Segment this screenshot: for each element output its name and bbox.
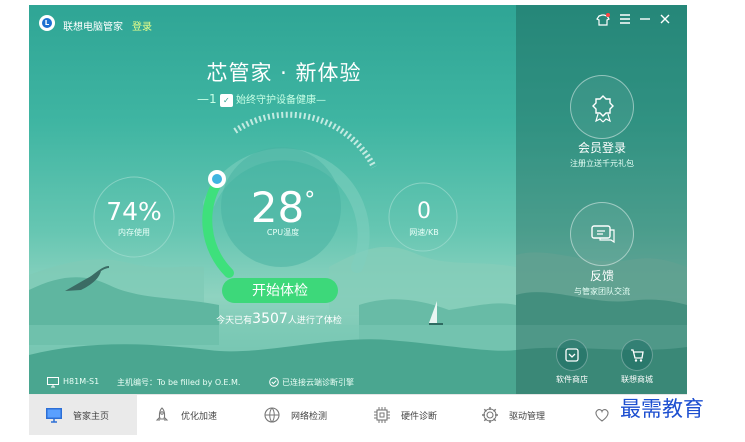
bottom-nav: 管家主页 优化加速 网络检测 硬件诊断 驱动管理	[29, 394, 687, 435]
subline-prefix: —1	[197, 92, 217, 106]
watermark-text: 最需教育	[620, 397, 704, 421]
nav-home-label: 管家主页	[73, 412, 110, 422]
heart-icon	[595, 409, 609, 422]
store-icon	[565, 348, 579, 362]
start-checkup-button[interactable]: 开始体检	[222, 278, 338, 303]
machine-serial: 主机编号：To be filled by O.E.M.	[117, 378, 241, 387]
memory-label: 内存使用	[118, 228, 150, 237]
minimize-icon	[640, 18, 650, 20]
cart-icon	[631, 349, 644, 362]
cloud-connected-status: 已连接云端诊断引擎	[282, 378, 354, 387]
software-store-button[interactable]	[556, 339, 588, 371]
gear-icon	[482, 407, 498, 423]
rocket-icon	[155, 407, 169, 421]
app-title: 联想电脑管家	[63, 22, 123, 33]
nav-driver-label: 驱动管理	[509, 412, 546, 422]
subline-text: 始终守护设备健康—	[236, 95, 327, 106]
nav-home[interactable]: 管家主页	[29, 395, 137, 435]
chat-icon	[591, 225, 615, 244]
app-logo: L	[39, 15, 55, 31]
chip-icon	[374, 407, 390, 423]
check-circle-icon	[269, 377, 279, 387]
network-icon	[264, 407, 280, 423]
feedback-title[interactable]: 反馈	[542, 267, 662, 284]
shield-icon: ✓	[219, 93, 233, 107]
nav-driver[interactable]: 驱动管理	[461, 395, 569, 435]
menu-icon	[620, 14, 630, 24]
machine-model: H81M-S1	[63, 377, 100, 386]
network-label: 网速/KB	[409, 228, 439, 237]
headline: 芯管家 · 新体验	[206, 61, 362, 85]
count-suffix: 人进行了体检	[287, 316, 342, 326]
member-login-button[interactable]	[570, 75, 634, 139]
feedback-subtitle: 与管家团队交流	[574, 287, 630, 296]
checkup-count: 今天已有3507人进行了体检	[179, 311, 379, 327]
network-value: 0	[417, 199, 431, 224]
nav-optimize[interactable]: 优化加速	[137, 395, 245, 435]
app-root: L 联想电脑管家 登录 芯管家 · 新体验 —1 ✓ 始终守护设备健康— 74%…	[0, 0, 745, 442]
cpu-temp-unit: °	[304, 188, 316, 213]
lenovo-mall-button[interactable]	[621, 339, 653, 371]
login-link[interactable]: 登录	[132, 18, 152, 33]
close-icon	[660, 14, 670, 24]
cpu-temp-label: CPU温度	[266, 228, 300, 237]
skin-button[interactable]	[595, 13, 611, 29]
main-window: L 联想电脑管家 登录 芯管家 · 新体验 —1 ✓ 始终守护设备健康— 74%…	[29, 5, 687, 394]
software-store-label[interactable]: 软件商店	[542, 374, 602, 385]
monitor-small-icon	[47, 377, 59, 388]
feedback-button[interactable]	[570, 202, 634, 266]
status-bar: H81M-S1 主机编号：To be filled by O.E.M. 已连接云…	[29, 371, 516, 394]
nav-hardware-label: 硬件诊断	[401, 412, 438, 422]
cpu-temp: 28°	[243, 177, 323, 232]
menu-button[interactable]	[617, 13, 633, 29]
cpu-temp-value: 28	[250, 183, 305, 232]
nav-network-label: 网络检测	[291, 412, 328, 422]
count-prefix: 今天已有	[216, 316, 253, 326]
nav-optimize-label: 优化加速	[181, 412, 218, 422]
nav-hardware[interactable]: 硬件诊断	[353, 395, 461, 435]
lenovo-mall-label[interactable]: 联想商城	[607, 374, 667, 385]
monitor-icon	[46, 408, 62, 423]
shirt-icon	[596, 13, 610, 26]
lenovo-logo-icon: L	[42, 18, 52, 28]
member-login-subtitle: 注册立送千元礼包	[570, 159, 634, 168]
medal-icon	[592, 95, 614, 123]
member-login-title[interactable]: 会员登录	[542, 139, 662, 156]
count-value: 3507	[252, 311, 288, 327]
subline: —1 ✓ 始终守护设备健康—	[197, 91, 347, 107]
right-panel	[516, 5, 687, 394]
close-button[interactable]	[657, 13, 673, 29]
nav-network[interactable]: 网络检测	[245, 395, 353, 435]
minimize-button[interactable]	[637, 13, 653, 29]
memory-value: 74%	[106, 197, 162, 226]
